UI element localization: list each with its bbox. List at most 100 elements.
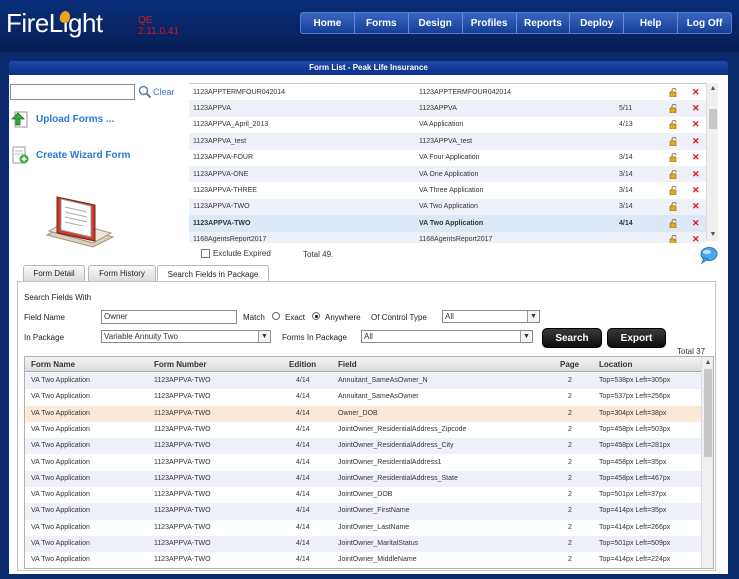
delete-icon[interactable]: ✕: [692, 152, 700, 163]
col-page[interactable]: Page: [560, 360, 579, 369]
exact-radio[interactable]: [272, 312, 280, 320]
delete-icon[interactable]: ✕: [692, 169, 700, 180]
form-list-row[interactable]: 1123APPVA 1123APPVA 5/11 ✕: [189, 100, 706, 117]
delete-icon[interactable]: ✕: [692, 119, 700, 130]
result-location: Top=458px Left=35px: [599, 458, 667, 466]
delete-icon[interactable]: ✕: [692, 234, 700, 243]
unlock-icon[interactable]: [669, 202, 678, 212]
form-search-input[interactable]: [10, 84, 135, 100]
form-list-row[interactable]: 1123APPTERMFOUR042014 1123APPTERMFOUR0420…: [189, 84, 706, 100]
unlock-icon[interactable]: [669, 186, 678, 196]
result-form-number: 1123APPVA-TWO: [154, 556, 211, 564]
form-name: VA One Application: [419, 170, 479, 178]
dropdown-arrow-icon[interactable]: ▼: [258, 331, 270, 342]
anywhere-radio[interactable]: [312, 312, 320, 320]
scroll-thumb[interactable]: [709, 109, 717, 129]
scroll-up-icon[interactable]: ▲: [708, 84, 718, 94]
result-location: Top=414px Left=224px: [599, 556, 671, 564]
field-name-input[interactable]: Owner: [101, 310, 237, 324]
export-button[interactable]: Export: [607, 328, 666, 348]
form-list-row[interactable]: 1123APPVA-ONE VA One Application 3/14 ✕: [189, 166, 706, 183]
form-list-row[interactable]: 1168AgentsReport2017 1168AgentsReport2017…: [189, 231, 706, 243]
delete-icon[interactable]: ✕: [692, 185, 700, 196]
search-icon[interactable]: [138, 85, 152, 99]
tab-form-detail[interactable]: Form Detail: [23, 265, 85, 281]
nav-home[interactable]: Home: [301, 13, 355, 33]
control-type-select[interactable]: All ▼: [442, 310, 540, 323]
scroll-down-icon[interactable]: ▼: [708, 230, 718, 240]
tab-form-history[interactable]: Form History: [88, 265, 156, 281]
result-page: 2: [568, 556, 572, 564]
checkbox-box[interactable]: [201, 249, 210, 258]
col-form-name[interactable]: Form Name: [31, 360, 75, 369]
unlock-icon[interactable]: [669, 136, 678, 146]
results-row[interactable]: VA Two Application 1123APPVA-TWO 4/14 Annui…: [25, 389, 701, 405]
delete-icon[interactable]: ✕: [692, 218, 700, 229]
upload-forms-button[interactable]: Upload Forms ...: [10, 109, 114, 129]
dropdown-arrow-icon[interactable]: ▼: [520, 331, 532, 342]
delete-icon[interactable]: ✕: [692, 136, 700, 147]
nav-deploy[interactable]: Deploy: [570, 13, 625, 33]
scroll-up-icon[interactable]: ▲: [703, 358, 713, 368]
form-list-row[interactable]: 1123APPVA-TWO VA Two Application 3/14 ✕: [189, 198, 706, 216]
forms-in-package-select[interactable]: All ▼: [361, 330, 533, 343]
nav-design[interactable]: Design: [409, 13, 463, 33]
total-forms: Total 49.: [303, 250, 334, 259]
nav-profiles[interactable]: Profiles: [463, 13, 517, 33]
form-list-row[interactable]: 1123APPVA-TWO VA Two Application 4/14 ✕: [189, 215, 706, 232]
scroll-thumb[interactable]: [704, 369, 712, 457]
results-row[interactable]: VA Two Application 1123APPVA-TWO 4/14 Annui…: [25, 373, 701, 390]
exclude-expired-checkbox[interactable]: Exclude Expired: [201, 249, 271, 258]
unlock-icon[interactable]: [669, 104, 678, 114]
form-edition: 3/14: [619, 203, 633, 211]
search-button[interactable]: Search: [542, 328, 602, 348]
nav-help[interactable]: Help: [624, 13, 679, 33]
form-list-row[interactable]: 1123APPVA-FOUR VA Four Application 3/14 ✕: [189, 150, 706, 166]
unlock-icon[interactable]: [669, 218, 678, 228]
in-package-select[interactable]: Variable Annuity Two ▼: [101, 330, 271, 343]
form-list-scrollbar[interactable]: ▲ ▼: [706, 83, 718, 241]
result-form-number: 1123APPVA-TWO: [154, 474, 211, 482]
results-row[interactable]: VA Two Application 1123APPVA-TWO 4/14 Owner…: [25, 405, 701, 422]
form-name: 1123APPVA: [419, 105, 457, 113]
col-location[interactable]: Location: [599, 360, 632, 369]
results-scrollbar[interactable]: ▲: [701, 357, 713, 568]
create-wizard-form-button[interactable]: Create Wizard Form: [10, 145, 130, 165]
results-row[interactable]: VA Two Application 1123APPVA-TWO 4/14 Joint…: [25, 487, 701, 503]
form-list-row[interactable]: 1123APPVA_April_2013 VA Application 4/13 ✕: [189, 117, 706, 133]
unlock-icon[interactable]: [669, 169, 678, 179]
result-form-number: 1123APPVA-TWO: [154, 393, 211, 401]
results-row[interactable]: VA Two Application 1123APPVA-TWO 4/14 Joint…: [25, 438, 701, 455]
form-number: 1168AgentsReport2017: [193, 236, 267, 243]
form-list-row[interactable]: 1123APPVA_test 1123APPVA_test ✕: [189, 133, 706, 150]
result-page: 2: [568, 540, 572, 547]
delete-icon[interactable]: ✕: [692, 201, 700, 212]
results-row[interactable]: VA Two Application 1123APPVA-TWO 4/14 Joint…: [25, 455, 701, 471]
unlock-icon[interactable]: [669, 120, 678, 130]
results-row[interactable]: VA Two Application 1123APPVA-TWO 4/14 Joint…: [25, 536, 701, 553]
dropdown-arrow-icon[interactable]: ▼: [527, 311, 539, 322]
help-bubble-icon[interactable]: [699, 246, 719, 264]
unlock-icon[interactable]: [669, 87, 678, 97]
col-field[interactable]: Field: [338, 360, 357, 369]
results-row[interactable]: VA Two Application 1123APPVA-TWO 4/14 Joint…: [25, 520, 701, 536]
nav-forms[interactable]: Forms: [355, 13, 409, 33]
tab-search-fields-in-package[interactable]: Search Fields in Package: [157, 265, 269, 282]
unlock-icon[interactable]: [669, 153, 678, 163]
delete-icon[interactable]: ✕: [692, 103, 700, 114]
delete-icon[interactable]: ✕: [692, 87, 700, 98]
results-row[interactable]: VA Two Application 1123APPVA-TWO 4/14 Joint…: [25, 503, 701, 520]
col-edition[interactable]: Edition: [289, 360, 316, 369]
results-row[interactable]: VA Two Application 1123APPVA-TWO 4/14 Joint…: [25, 422, 701, 438]
results-row[interactable]: VA Two Application 1123APPVA-TWO 4/14 Joint…: [25, 552, 701, 568]
result-edition: 4/14: [296, 442, 310, 450]
col-form-number[interactable]: Form Number: [154, 360, 206, 369]
results-row[interactable]: VA Two Application 1123APPVA-TWO 4/14 Joint…: [25, 470, 701, 488]
nav-reports[interactable]: Reports: [517, 13, 571, 33]
nav-log-off[interactable]: Log Off: [678, 13, 731, 33]
control-type-value: All: [445, 312, 454, 321]
unlock-icon[interactable]: [669, 235, 678, 243]
clear-link[interactable]: Clear: [153, 87, 175, 97]
result-form-name: VA Two Application: [31, 393, 90, 401]
form-list-row[interactable]: 1123APPVA-THREE VA Three Application 3/14 ✕: [189, 182, 706, 198]
